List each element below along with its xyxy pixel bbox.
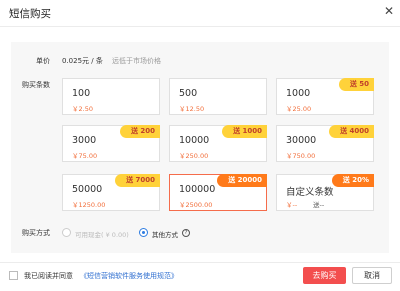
package-card-100[interactable]: 100 ￥2.50 — [62, 78, 160, 115]
unit-price-value: 0.025元 / 条 — [62, 57, 103, 65]
package-qty: 30000 — [286, 135, 317, 146]
question-icon[interactable]: ? — [182, 229, 190, 237]
sms-purchase-dialog: 短信购买 ✕ 单价 0.025元 / 条 远低于市场价格 购买条数 100 ￥2… — [0, 0, 400, 291]
package-label: 购买条数 — [22, 81, 50, 89]
bonus-badge: 送 50 — [338, 78, 374, 91]
agree-checkbox[interactable] — [9, 271, 18, 280]
bonus-badge: 送 20% — [331, 174, 374, 187]
package-card-1000[interactable]: 1000 ￥25.00 送 50 — [276, 78, 374, 115]
bonus-badge: 送 200 — [119, 125, 160, 138]
bonus-badge: 送 20000 — [217, 174, 267, 187]
package-qty: 100000 — [179, 184, 216, 195]
dialog-title: 短信购买 — [9, 8, 51, 20]
package-qty: 10000 — [179, 135, 210, 146]
balance-radio[interactable] — [62, 228, 71, 237]
custom-bonus-value: 送-- — [313, 201, 325, 209]
package-card-custom[interactable]: 自定义条数 ￥-- 送-- 送 20% — [276, 174, 374, 211]
bonus-badge: 送 1000 — [222, 125, 267, 138]
header-divider — [0, 26, 400, 27]
unit-price-label: 单价 — [36, 57, 50, 65]
balance-option-label: 可用现金( ¥ 0.00) — [75, 231, 129, 239]
package-price: ￥250.00 — [179, 152, 209, 160]
package-price: ￥750.00 — [286, 152, 316, 160]
package-price: ￥2500.00 — [179, 201, 213, 209]
buy-button[interactable]: 去购买 — [303, 267, 346, 284]
package-qty: 自定义条数 — [286, 187, 334, 198]
package-card-100000[interactable]: 100000 ￥2500.00 送 20000 — [169, 174, 267, 211]
package-price: ￥-- — [286, 201, 298, 209]
bonus-badge: 送 7000 — [115, 174, 160, 187]
package-qty: 50000 — [72, 184, 103, 195]
package-price: ￥12.50 — [179, 105, 205, 113]
cancel-button[interactable]: 取消 — [352, 267, 392, 284]
package-price: ￥2.50 — [72, 105, 93, 113]
package-price: ￥1250.00 — [72, 201, 106, 209]
agree-text: 我已阅读并同意 — [24, 272, 73, 280]
footer-divider — [0, 262, 400, 263]
package-card-30000[interactable]: 30000 ￥750.00 送 4000 — [276, 125, 374, 162]
package-qty: 100 — [72, 88, 91, 99]
package-qty: 3000 — [72, 135, 97, 146]
package-qty: 500 — [179, 88, 198, 99]
package-price: ￥25.00 — [286, 105, 312, 113]
close-icon[interactable]: ✕ — [384, 4, 394, 18]
package-card-3000[interactable]: 3000 ￥75.00 送 200 — [62, 125, 160, 162]
package-card-500[interactable]: 500 ￥12.50 — [169, 78, 267, 115]
package-card-10000[interactable]: 10000 ￥250.00 送 1000 — [169, 125, 267, 162]
other-method-radio[interactable] — [139, 228, 148, 237]
bonus-badge: 送 4000 — [329, 125, 374, 138]
package-card-50000[interactable]: 50000 ￥1250.00 送 7000 — [62, 174, 160, 211]
package-qty: 1000 — [286, 88, 311, 99]
other-method-label: 其他方式 — [152, 231, 178, 239]
payment-label: 购买方式 — [22, 229, 50, 237]
unit-price-note: 远低于市场价格 — [112, 57, 161, 65]
package-price: ￥75.00 — [72, 152, 98, 160]
terms-link[interactable]: 《短信营销软件服务使用规范》 — [80, 271, 178, 281]
